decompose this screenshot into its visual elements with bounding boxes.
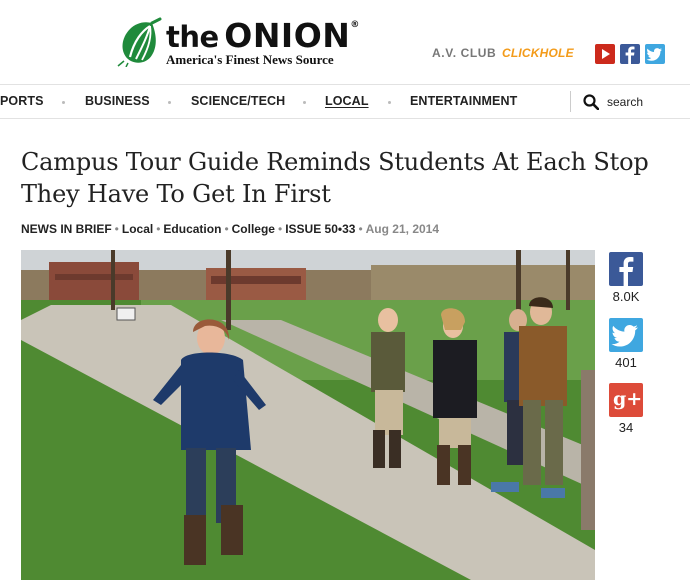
tagline: America's Finest News Source bbox=[166, 52, 334, 67]
googleplus-share[interactable]: g+ 34 bbox=[609, 383, 643, 435]
facebook-share-count: 8.0K bbox=[612, 289, 640, 304]
main-nav: PORTS BUSINESS SCIENCE/TECH LOCAL ENTERT… bbox=[0, 84, 690, 119]
tag-local[interactable]: Local bbox=[122, 222, 153, 236]
nav-item-science-tech[interactable]: SCIENCE/TECH bbox=[191, 94, 285, 108]
nav-item-local[interactable]: LOCAL bbox=[325, 94, 369, 108]
issue-link[interactable]: ISSUE 50•33 bbox=[285, 222, 355, 236]
facebook-share-icon[interactable] bbox=[609, 252, 643, 286]
article-photo bbox=[21, 250, 595, 580]
nav-divider bbox=[303, 101, 306, 104]
avclub-link[interactable]: A.V. CLUB bbox=[432, 46, 496, 60]
logo-wordmark: the ONION® bbox=[166, 16, 359, 55]
logo-the: the bbox=[166, 20, 219, 54]
registered-mark: ® bbox=[350, 20, 360, 30]
logo-onion: ONION bbox=[224, 16, 351, 55]
nav-item-entertainment[interactable]: ENTERTAINMENT bbox=[410, 94, 517, 108]
googleplus-share-icon[interactable]: g+ bbox=[609, 383, 643, 417]
nav-divider bbox=[388, 101, 391, 104]
clickhole-link[interactable]: CLICKHOLE bbox=[502, 46, 574, 60]
search-link[interactable]: search bbox=[607, 95, 643, 109]
article-meta: NEWS IN BRIEF • Local • Education • College • IS… bbox=[21, 222, 440, 236]
nav-divider bbox=[168, 101, 171, 104]
nav-separator bbox=[570, 91, 571, 112]
article-headline: Campus Tour Guide Reminds Students At Ea… bbox=[21, 148, 649, 208]
googleplus-label: g+ bbox=[613, 388, 643, 410]
twitter-share-icon[interactable] bbox=[609, 318, 643, 352]
tag-education[interactable]: Education bbox=[163, 222, 221, 236]
twitter-share-count: 401 bbox=[615, 355, 637, 370]
nav-item-sports[interactable]: PORTS bbox=[0, 94, 44, 108]
site-header: the ONION® America's Finest News Source … bbox=[0, 0, 690, 84]
twitter-icon[interactable] bbox=[645, 44, 665, 64]
section-link[interactable]: NEWS IN BRIEF bbox=[21, 222, 112, 236]
googleplus-share-count: 34 bbox=[618, 420, 634, 435]
onion-logo-icon bbox=[117, 17, 162, 67]
nav-item-business[interactable]: BUSINESS bbox=[85, 94, 150, 108]
facebook-icon[interactable] bbox=[620, 44, 640, 64]
nav-divider bbox=[62, 101, 65, 104]
tag-college[interactable]: College bbox=[232, 222, 275, 236]
facebook-share[interactable]: 8.0K bbox=[609, 252, 643, 304]
twitter-share[interactable]: 401 bbox=[609, 318, 643, 370]
youtube-icon[interactable] bbox=[595, 44, 615, 64]
publish-date: Aug 21, 2014 bbox=[365, 222, 440, 236]
search-icon[interactable] bbox=[583, 94, 599, 110]
